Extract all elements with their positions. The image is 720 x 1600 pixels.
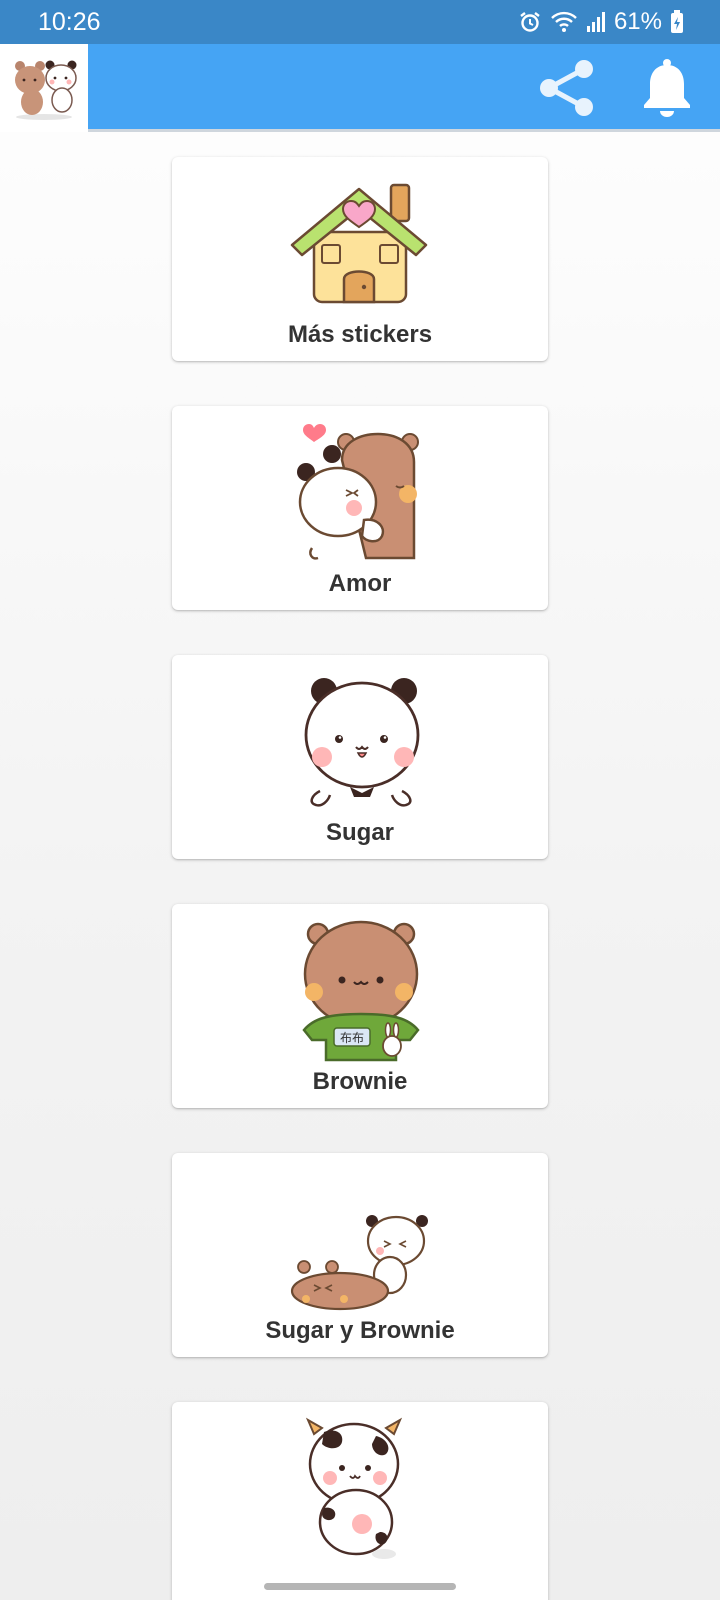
notifications-button[interactable] xyxy=(632,53,702,123)
status-bar: 10:26 61% xyxy=(0,0,720,44)
alarm-icon xyxy=(518,10,542,34)
category-card-cow[interactable] xyxy=(172,1402,548,1600)
share-icon xyxy=(540,60,593,116)
svg-text:布布: 布布 xyxy=(340,1031,364,1045)
app-logo xyxy=(0,44,88,132)
panda-sticker xyxy=(278,665,440,815)
category-card-sugar-y-brownie[interactable]: Sugar y Brownie xyxy=(172,1153,548,1357)
wifi-icon xyxy=(550,10,578,34)
category-label: Brownie xyxy=(312,1068,408,1095)
category-label: Sugar xyxy=(325,819,394,846)
battery-percent: 61% xyxy=(613,8,662,35)
duo-sticker xyxy=(278,1163,440,1313)
category-label: Sugar y Brownie xyxy=(265,1317,455,1344)
category-card-sugar[interactable]: Sugar xyxy=(172,655,548,859)
battery-icon xyxy=(670,10,684,34)
cow-costume-sticker xyxy=(278,1412,440,1562)
category-list: Más stickers Amor Sugar 布布 Brownie Sugar… xyxy=(172,157,548,1600)
app-actions xyxy=(532,44,702,132)
status-time: 10:26 xyxy=(38,7,101,36)
app-bar xyxy=(0,44,720,132)
category-card-amor[interactable]: Amor xyxy=(172,406,548,610)
gesture-nav-handle[interactable] xyxy=(264,1583,456,1590)
category-label: Amor xyxy=(328,570,392,597)
hug-sticker xyxy=(278,416,440,566)
category-label: Más stickers xyxy=(287,321,433,348)
bear-sticker: 布布 xyxy=(278,914,440,1064)
status-icons: 61% xyxy=(518,8,684,36)
house-sticker xyxy=(278,167,440,317)
share-button[interactable] xyxy=(532,53,602,123)
sugar-brownie-logo xyxy=(15,60,77,120)
signal-icon xyxy=(586,11,606,33)
bell-icon xyxy=(644,59,690,117)
category-card-mas-stickers[interactable]: Más stickers xyxy=(172,157,548,361)
category-card-brownie[interactable]: 布布 Brownie xyxy=(172,904,548,1108)
